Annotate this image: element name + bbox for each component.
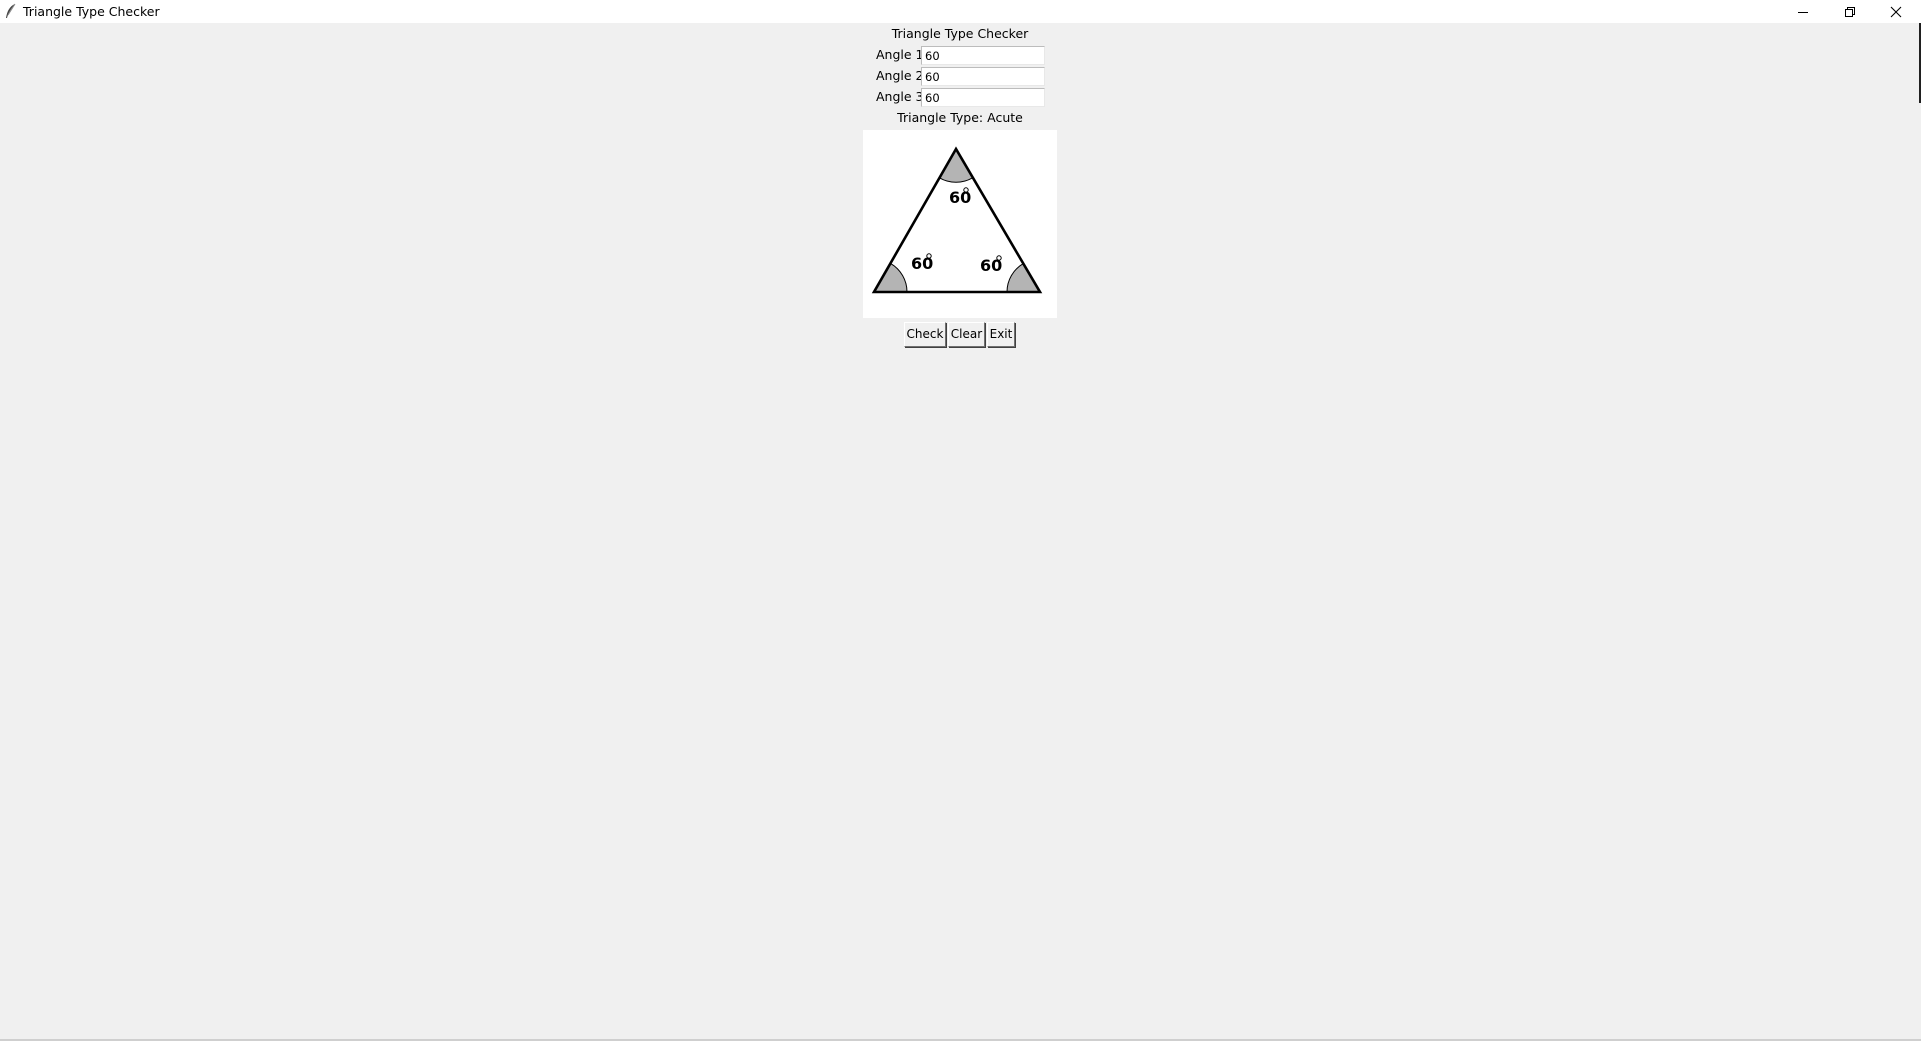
- restore-button[interactable]: [1827, 0, 1873, 23]
- angle-3-label: Angle 3:: [876, 89, 928, 104]
- angle-1-input[interactable]: [921, 46, 1045, 65]
- angle-2-label: Angle 2:: [876, 68, 928, 83]
- triangle-canvas: 60 60 60: [863, 130, 1057, 318]
- triangle-type-result: Triangle Type: Acute: [897, 110, 1023, 125]
- title-bar: Triangle Type Checker: [0, 0, 1921, 23]
- triangle-diagram: 60 60 60: [871, 146, 1043, 294]
- app-window: Triangle Type Checker Triangle Type Chec…: [0, 0, 1921, 1041]
- check-button[interactable]: Check: [904, 322, 946, 347]
- feather-icon: [4, 3, 18, 19]
- left-angle-value: 60: [911, 254, 933, 273]
- restore-icon: [1845, 6, 1855, 17]
- right-angle-sector: [1006, 262, 1041, 293]
- app-heading: Triangle Type Checker: [891, 26, 1029, 41]
- window-title: Triangle Type Checker: [23, 4, 160, 19]
- right-angle-value: 60: [980, 256, 1002, 275]
- angle-3-input[interactable]: [921, 88, 1045, 107]
- clear-button[interactable]: Clear: [948, 322, 985, 347]
- angle-1-label: Angle 1:: [876, 47, 928, 62]
- minimize-icon: [1798, 11, 1808, 13]
- top-angle-sector: [938, 147, 974, 183]
- exit-button[interactable]: Exit: [987, 322, 1015, 347]
- close-button[interactable]: [1873, 0, 1919, 23]
- left-angle-sector: [873, 262, 908, 293]
- close-icon: [1890, 6, 1902, 17]
- minimize-button[interactable]: [1780, 0, 1826, 23]
- angle-2-input[interactable]: [921, 67, 1045, 86]
